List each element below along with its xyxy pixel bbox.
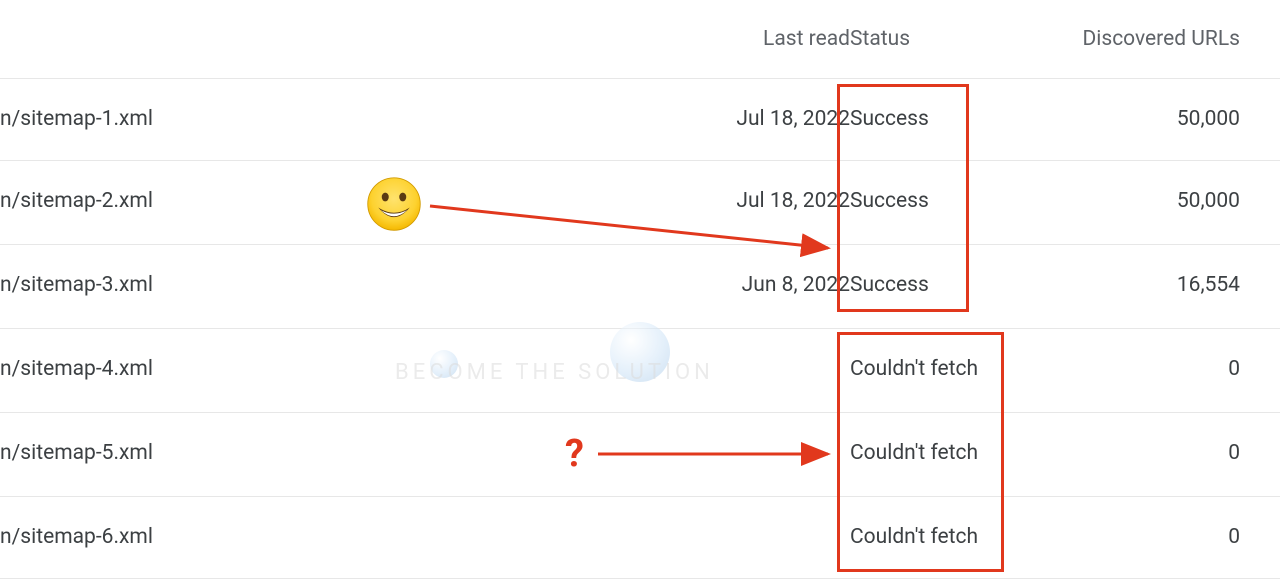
table-row[interactable]: n/sitemap-5.xml Couldn't fetch 0 (0, 412, 1280, 494)
discovered-urls-count: 0 (1020, 441, 1270, 465)
sitemap-name: n/sitemap-5.xml (0, 441, 550, 465)
status-value: Couldn't fetch (850, 525, 1010, 549)
status-value: Success (850, 273, 1010, 297)
status-value: Couldn't fetch (850, 441, 1010, 465)
header-last-read: Last read (660, 27, 850, 51)
discovered-urls-count: 0 (1020, 357, 1270, 381)
table-row[interactable]: n/sitemap-6.xml Couldn't fetch 0 (0, 496, 1280, 578)
discovered-urls-count: 50,000 (1020, 189, 1270, 213)
last-read-date: Jun 8, 2022 (660, 273, 850, 297)
sitemap-name: n/sitemap-2.xml (0, 189, 550, 213)
header-status: Status (850, 27, 1010, 51)
sitemap-name: n/sitemap-4.xml (0, 357, 550, 381)
sitemap-name: n/sitemap-3.xml (0, 273, 550, 297)
discovered-urls-count: 50,000 (1020, 107, 1270, 131)
row-divider (0, 578, 1280, 579)
discovered-urls-count: 0 (1020, 525, 1270, 549)
discovered-urls-count: 16,554 (1020, 273, 1270, 297)
last-read-date: Jul 18, 2022 (660, 107, 850, 131)
table-header-row: Last read Status Discovered URLs (0, 0, 1280, 78)
table-row[interactable]: n/sitemap-4.xml Couldn't fetch 0 (0, 328, 1280, 410)
table-row[interactable]: n/sitemap-1.xml Jul 18, 2022 Success 50,… (0, 78, 1280, 160)
table-row[interactable]: n/sitemap-2.xml Jul 18, 2022 Success 50,… (0, 160, 1280, 242)
header-discovered-urls: Discovered URLs (1020, 27, 1270, 51)
sitemap-name: n/sitemap-6.xml (0, 525, 550, 549)
status-value: Couldn't fetch (850, 357, 1010, 381)
table-row[interactable]: n/sitemap-3.xml Jun 8, 2022 Success 16,5… (0, 244, 1280, 326)
status-value: Success (850, 189, 1010, 213)
last-read-date: Jul 18, 2022 (660, 189, 850, 213)
status-value: Success (850, 107, 1010, 131)
sitemap-name: n/sitemap-1.xml (0, 107, 550, 131)
